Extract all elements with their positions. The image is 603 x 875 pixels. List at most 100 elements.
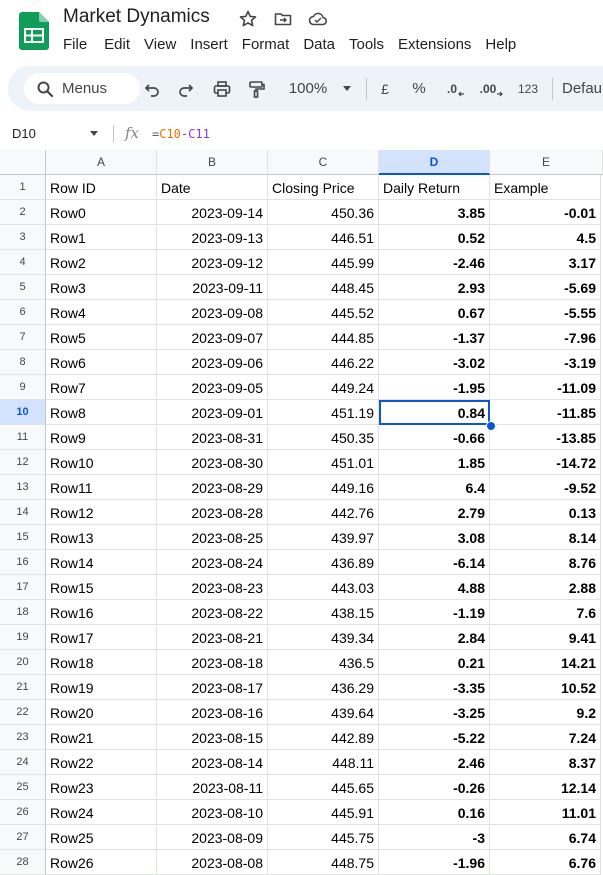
cell-row-id[interactable]: Row15 (46, 575, 157, 600)
cell-closing-price[interactable]: 436.5 (268, 650, 379, 675)
cell-date[interactable]: 2023-08-25 (157, 525, 268, 550)
cell-daily-return[interactable]: 0.16 (379, 800, 490, 825)
cell-example[interactable]: 8.37 (490, 750, 601, 775)
cell-date[interactable]: 2023-09-07 (157, 325, 268, 350)
column-header-c[interactable]: C (268, 150, 379, 175)
cell-daily-return[interactable]: 4.88 (379, 575, 490, 600)
menu-tools[interactable]: Tools (349, 36, 384, 56)
cell-daily-return[interactable]: -3.35 (379, 675, 490, 700)
format-percent-button[interactable]: % (408, 66, 430, 111)
row-header[interactable]: 6 (0, 300, 46, 325)
cell-row-id[interactable]: Row2 (46, 250, 157, 275)
cell-row-id[interactable]: Row9 (46, 425, 157, 450)
row-header[interactable]: 3 (0, 225, 46, 250)
cell-example[interactable]: -13.85 (490, 425, 601, 450)
fill-handle[interactable] (486, 421, 496, 431)
cell-closing-price[interactable]: 449.16 (268, 475, 379, 500)
cell-date[interactable]: 2023-08-10 (157, 800, 268, 825)
cell-closing-price[interactable]: 450.36 (268, 200, 379, 225)
cell-daily-return[interactable]: 2.84 (379, 625, 490, 650)
cell-daily-return[interactable]: 2.93 (379, 275, 490, 300)
cell-example[interactable]: 9.41 (490, 625, 601, 650)
cell-example[interactable]: 6.74 (490, 825, 601, 850)
cell-row-id[interactable]: Row19 (46, 675, 157, 700)
cell-daily-return[interactable]: -1.95 (379, 375, 490, 400)
cell-example[interactable]: 7.24 (490, 725, 601, 750)
cell-row-id[interactable]: Row20 (46, 700, 157, 725)
cell-closing-price[interactable]: 446.51 (268, 225, 379, 250)
cell-example[interactable]: 3.17 (490, 250, 601, 275)
row-header[interactable]: 25 (0, 775, 46, 800)
cell-header-closing-price[interactable]: Closing Price (268, 175, 379, 200)
cell-closing-price[interactable]: 436.89 (268, 550, 379, 575)
cell-daily-return[interactable]: -3.25 (379, 700, 490, 725)
cell-daily-return[interactable]: -1.96 (379, 850, 490, 875)
cell-example[interactable]: -9.52 (490, 475, 601, 500)
cell-example[interactable]: 4.5 (490, 225, 601, 250)
paint-format-button[interactable] (244, 66, 268, 111)
cell-closing-price[interactable]: 445.65 (268, 775, 379, 800)
cell-date[interactable]: 2023-08-24 (157, 550, 268, 575)
cell-date[interactable]: 2023-08-08 (157, 850, 268, 875)
cell-row-id[interactable]: Row3 (46, 275, 157, 300)
zoom-select[interactable]: 100% (280, 66, 360, 111)
cell-daily-return[interactable]: 2.46 (379, 750, 490, 775)
cell-date[interactable]: 2023-09-13 (157, 225, 268, 250)
cell-example[interactable]: 9.2 (490, 700, 601, 725)
row-header[interactable]: 16 (0, 550, 46, 575)
cell-row-id[interactable]: Row5 (46, 325, 157, 350)
cell-closing-price[interactable]: 445.52 (268, 300, 379, 325)
cell-daily-return[interactable]: -3.02 (379, 350, 490, 375)
cell-date[interactable]: 2023-09-11 (157, 275, 268, 300)
cell-row-id[interactable]: Row25 (46, 825, 157, 850)
cell-date[interactable]: 2023-09-01 (157, 400, 268, 425)
cell-example[interactable]: -5.69 (490, 275, 601, 300)
redo-button[interactable] (174, 66, 198, 111)
cell-example[interactable]: -14.72 (490, 450, 601, 475)
cell-row-id[interactable]: Row21 (46, 725, 157, 750)
more-formats-button[interactable]: 123 (512, 66, 544, 111)
column-header-b[interactable]: B (157, 150, 268, 175)
cell-example[interactable]: -11.85 (490, 400, 601, 425)
cell-example[interactable]: -7.96 (490, 325, 601, 350)
cell-date[interactable]: 2023-08-16 (157, 700, 268, 725)
cell-date[interactable]: 2023-09-14 (157, 200, 268, 225)
cell-closing-price[interactable]: 443.03 (268, 575, 379, 600)
cell-example[interactable]: 7.6 (490, 600, 601, 625)
select-all-corner[interactable] (0, 150, 46, 175)
cell-row-id[interactable]: Row7 (46, 375, 157, 400)
row-header[interactable]: 10 (0, 400, 46, 425)
cell-row-id[interactable]: Row16 (46, 600, 157, 625)
cell-daily-return[interactable]: -5.22 (379, 725, 490, 750)
menu-help[interactable]: Help (485, 36, 516, 56)
row-header[interactable]: 2 (0, 200, 46, 225)
row-header[interactable]: 28 (0, 850, 46, 875)
row-header[interactable]: 12 (0, 450, 46, 475)
cell-date[interactable]: 2023-09-12 (157, 250, 268, 275)
formula-input[interactable]: =C10-C11 (152, 127, 210, 141)
row-header[interactable]: 19 (0, 625, 46, 650)
cell-row-id[interactable]: Row23 (46, 775, 157, 800)
cell-example[interactable]: -11.09 (490, 375, 601, 400)
row-header[interactable]: 23 (0, 725, 46, 750)
row-header[interactable]: 7 (0, 325, 46, 350)
cell-daily-return[interactable]: 0.52 (379, 225, 490, 250)
print-button[interactable] (210, 66, 234, 111)
move-to-folder-icon[interactable] (273, 9, 293, 29)
cell-daily-return[interactable]: -1.37 (379, 325, 490, 350)
cell-example[interactable]: -0.01 (490, 200, 601, 225)
cell-date[interactable]: 2023-08-28 (157, 500, 268, 525)
cell-row-id[interactable]: Row10 (46, 450, 157, 475)
cell-date[interactable]: 2023-09-05 (157, 375, 268, 400)
cell-example[interactable]: -5.55 (490, 300, 601, 325)
cell-closing-price[interactable]: 436.29 (268, 675, 379, 700)
cell-header-example[interactable]: Example (490, 175, 601, 200)
search-menus-button[interactable]: Menus (24, 73, 140, 104)
cell-row-id[interactable]: Row18 (46, 650, 157, 675)
cell-example[interactable]: 14.21 (490, 650, 601, 675)
cell-daily-return[interactable]: 6.4 (379, 475, 490, 500)
cell-daily-return[interactable]: 0.21 (379, 650, 490, 675)
cell-date[interactable]: 2023-08-30 (157, 450, 268, 475)
cell-daily-return[interactable]: 3.85 (379, 200, 490, 225)
cell-date[interactable]: 2023-08-29 (157, 475, 268, 500)
